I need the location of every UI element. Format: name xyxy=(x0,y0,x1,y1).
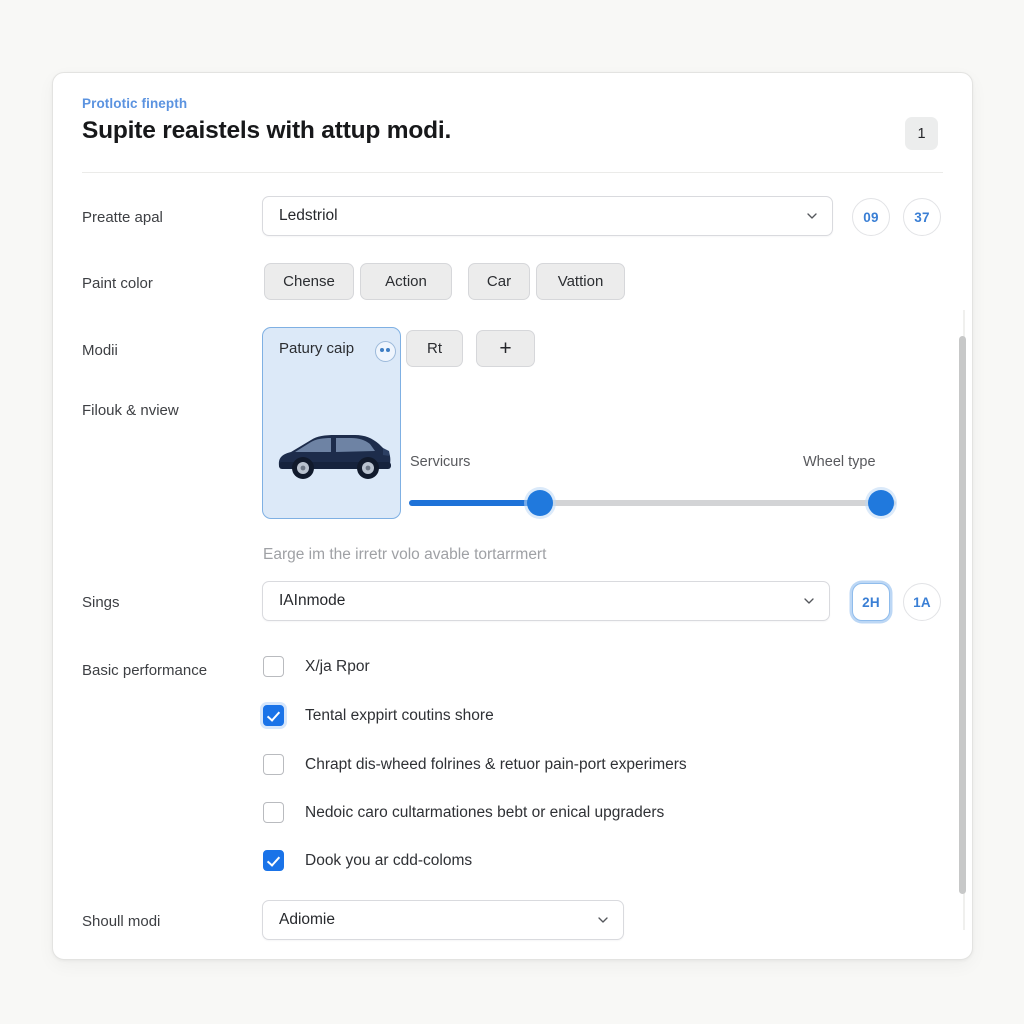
eyebrow-text: Protlotic finepth xyxy=(82,96,188,111)
chevron-down-icon xyxy=(598,917,608,923)
checkbox-label-1: X/ja Rpor xyxy=(305,657,370,675)
select-sings-value: IAInmode xyxy=(279,592,346,609)
button-car[interactable]: Car xyxy=(468,263,530,300)
slider-track[interactable] xyxy=(409,500,896,506)
button-vattion[interactable]: Vattion xyxy=(536,263,625,300)
label-basic-performance: Basic performance xyxy=(82,662,208,679)
button-rt[interactable]: Rt xyxy=(406,330,463,367)
label-paint-color: Paint color xyxy=(82,275,153,292)
checkbox-xja-rpor[interactable] xyxy=(263,656,284,677)
badge-2h[interactable]: 2H xyxy=(852,583,890,621)
eye-dot-left xyxy=(380,348,384,352)
slider-thumb-end[interactable] xyxy=(868,490,895,516)
checkbox-row-5[interactable]: Dook you ar cdd-coloms xyxy=(263,850,472,871)
checkbox-row-2[interactable]: Tental exppirt coutins shore xyxy=(263,705,494,726)
badge-09[interactable]: 09 xyxy=(852,198,890,236)
button-chense[interactable]: Chense xyxy=(264,263,354,300)
label-modii: Modii xyxy=(82,342,118,359)
page-title: Supite reaistels with attup modi. xyxy=(82,117,452,144)
button-action[interactable]: Action xyxy=(360,263,452,300)
checkbox-label-2: Tental exppirt coutins shore xyxy=(305,706,494,724)
checkbox-dook-you-ar[interactable] xyxy=(263,850,284,871)
slider-label-left: Servicurs xyxy=(410,454,471,470)
badge-1a[interactable]: 1A xyxy=(903,583,941,621)
panel-header: Protlotic finepth Supite reaistels with … xyxy=(53,73,972,172)
checkbox-chrapt-dis-wheed[interactable] xyxy=(263,754,284,775)
scrollbar-thumb[interactable] xyxy=(959,336,966,894)
eye-icon[interactable] xyxy=(375,341,396,362)
label-shoull-modi: Shoull modi xyxy=(82,913,161,930)
select-preatte-apal-value: Ledstriol xyxy=(279,207,338,224)
badge-37[interactable]: 37 xyxy=(903,198,941,236)
count-badge[interactable]: 1 xyxy=(905,117,938,150)
checkbox-row-3[interactable]: Chrapt dis-wheed folrines & retuor pain-… xyxy=(263,754,687,775)
label-filouk-nview: Filouk & nview xyxy=(82,402,179,419)
select-shoull-modi[interactable]: Adiomie xyxy=(262,900,624,940)
checkbox-label-4: Nedoic caro cultarmationes bebt or enica… xyxy=(305,803,665,821)
car-option-label: Patury caip xyxy=(279,340,355,357)
checkbox-nedoic-caro[interactable] xyxy=(263,802,284,823)
header-divider xyxy=(82,172,943,173)
select-sings[interactable]: IAInmode xyxy=(262,581,830,621)
chevron-down-icon xyxy=(807,213,817,219)
car-illustration xyxy=(278,435,391,479)
select-preatte-apal[interactable]: Ledstriol xyxy=(262,196,833,236)
checkbox-row-1[interactable]: X/ja Rpor xyxy=(263,656,370,677)
checkbox-label-5: Dook you ar cdd-coloms xyxy=(305,851,473,869)
checkbox-row-4[interactable]: Nedoic caro cultarmationes bebt or enica… xyxy=(263,802,664,823)
chevron-down-icon xyxy=(804,598,814,604)
settings-panel: Protlotic finepth Supite reaistels with … xyxy=(52,72,973,960)
select-shoull-modi-value: Adiomie xyxy=(279,911,335,928)
label-preatte-apal: Preatte apal xyxy=(82,209,163,226)
checkbox-label-3: Chrapt dis-wheed folrines & retuor pain-… xyxy=(305,755,687,773)
button-add[interactable]: + xyxy=(476,330,535,367)
slider-label-right: Wheel type xyxy=(803,454,876,470)
slider-thumb-start[interactable] xyxy=(527,490,554,516)
checkbox-tental-exppirt[interactable] xyxy=(263,705,284,726)
car-option-card[interactable]: Patury caip xyxy=(262,327,401,519)
helper-text: Earge im the irretr volo avable tortarrm… xyxy=(263,546,547,563)
slider-filled-range xyxy=(409,500,541,506)
eye-dot-right xyxy=(386,348,390,352)
label-sings: Sings xyxy=(82,594,120,611)
screen-root: Protlotic finepth Supite reaistels with … xyxy=(0,0,1024,1024)
